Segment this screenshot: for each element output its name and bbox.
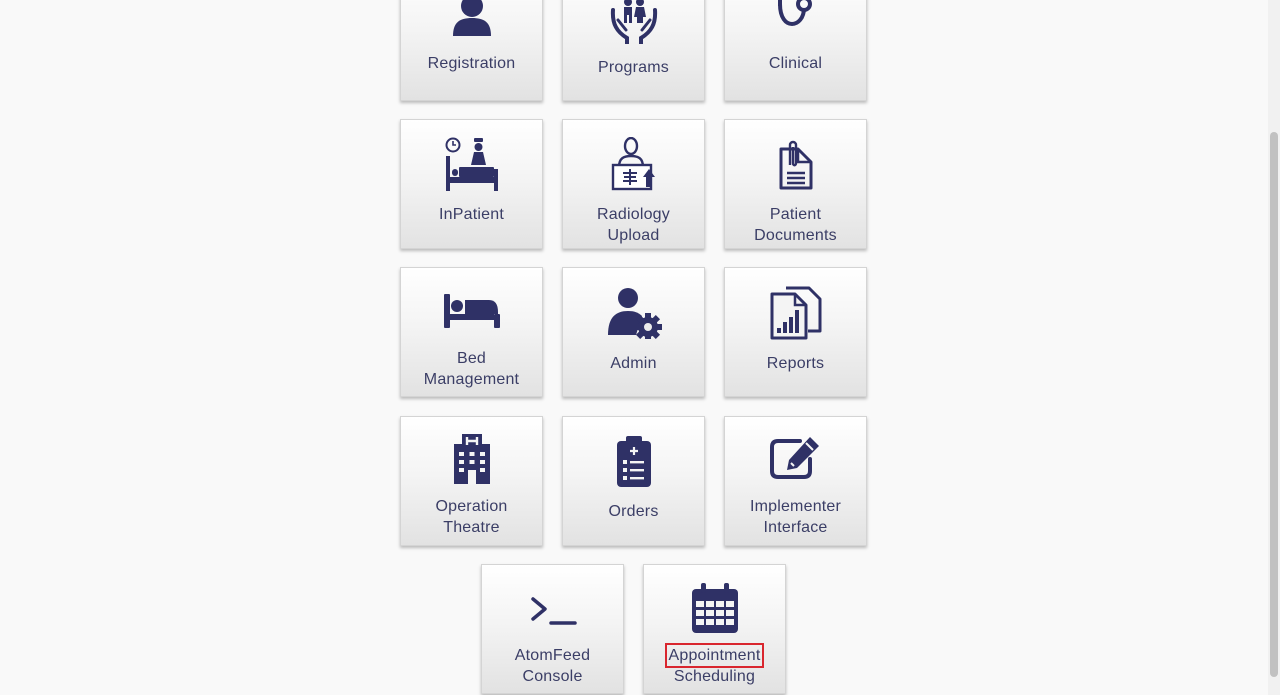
bed-management-label-line1: Bed: [456, 350, 487, 367]
patient-documents-tile[interactable]: Patient Documents: [724, 119, 867, 249]
operation-theatre-tile[interactable]: Operation Theatre: [400, 416, 543, 546]
radiology-upload-tile[interactable]: Radiology Upload: [562, 119, 705, 249]
programs-tile[interactable]: Programs: [562, 0, 705, 101]
clipped-document-icon: [779, 140, 812, 190]
person-icon: [452, 0, 491, 36]
patient-documents-label-line1: Patient: [769, 206, 822, 223]
atomfeed-label-line1: AtomFeed: [514, 647, 591, 664]
hospital-building-icon: [453, 434, 490, 484]
registration-label: Registration: [427, 55, 516, 72]
registration-tile[interactable]: Registration: [400, 0, 543, 101]
family-in-hands-icon: [610, 0, 657, 44]
edit-icon: [769, 437, 819, 479]
app-dashboard: Registration Programs Clinical InPatient…: [0, 0, 1280, 695]
appointment-scheduling-tile[interactable]: Appointment Scheduling: [643, 564, 786, 694]
xray-upload-icon: [611, 137, 655, 191]
implementer-label-line2: Interface: [763, 519, 828, 536]
appointment-label-line1: Appointment: [665, 643, 764, 668]
orders-tile[interactable]: Orders: [562, 416, 705, 546]
clinical-tile[interactable]: Clinical: [724, 0, 867, 101]
atomfeed-console-tile[interactable]: AtomFeed Console: [481, 564, 624, 694]
clipboard-list-icon: [616, 436, 651, 487]
bed-icon: [443, 294, 500, 328]
bed-management-tile[interactable]: Bed Management: [400, 267, 543, 397]
bed-management-label-line2: Management: [423, 371, 520, 388]
admin-tile[interactable]: Admin: [562, 267, 705, 397]
patient-documents-label-line2: Documents: [754, 227, 837, 244]
inpatient-tile[interactable]: InPatient: [400, 119, 543, 249]
admin-label: Admin: [610, 355, 657, 372]
scrollbar-thumb[interactable]: [1270, 132, 1278, 677]
user-gear-icon: [607, 288, 662, 339]
vertical-scrollbar[interactable]: [1268, 0, 1280, 695]
report-chart-icon: [770, 286, 821, 340]
implementer-label-line1: Implementer: [749, 498, 842, 515]
atomfeed-label-line2: Console: [522, 668, 583, 685]
inpatient-label: InPatient: [439, 206, 504, 223]
implementer-interface-tile[interactable]: Implementer Interface: [724, 416, 867, 546]
radiology-label-line1: Radiology: [597, 206, 670, 223]
orders-label: Orders: [608, 503, 659, 520]
calendar-icon: [691, 583, 738, 633]
stethoscope-icon: [777, 0, 812, 27]
terminal-icon: [530, 597, 577, 625]
radiology-label-line2: Upload: [607, 227, 660, 244]
operation-theatre-label-line2: Theatre: [443, 519, 500, 536]
operation-theatre-label-line1: Operation: [435, 498, 508, 515]
clinical-label: Clinical: [768, 55, 823, 72]
hospital-bed-nurse-icon: [445, 137, 498, 191]
appointment-label-line2: Scheduling: [673, 668, 756, 685]
reports-label: Reports: [766, 355, 825, 372]
reports-tile[interactable]: Reports: [724, 267, 867, 397]
programs-label: Programs: [598, 59, 669, 76]
